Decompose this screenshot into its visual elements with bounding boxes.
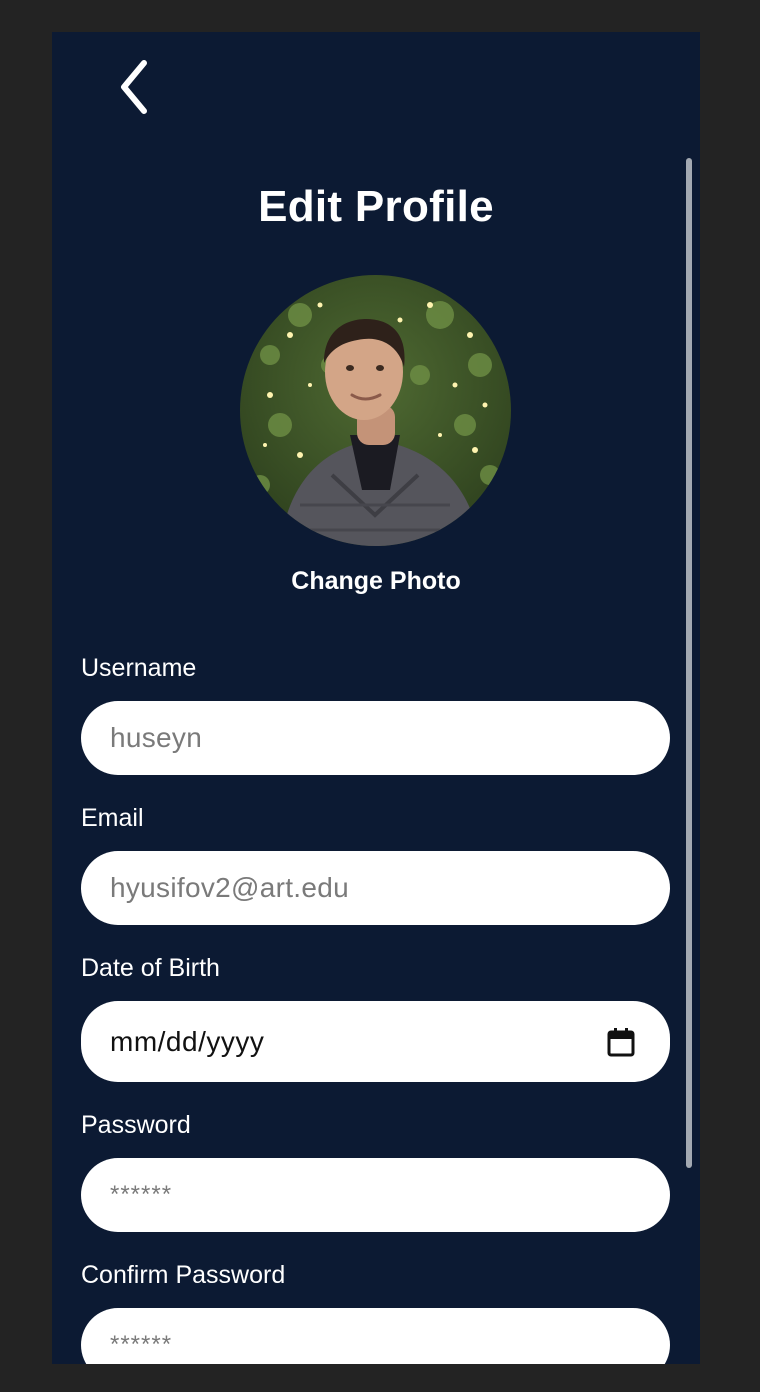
- confirm-password-input[interactable]: ******: [81, 1308, 670, 1364]
- date-of-birth-input[interactable]: mm/dd/yyyy: [81, 1001, 670, 1082]
- dob-value: mm/dd/yyyy: [110, 1025, 265, 1057]
- dob-label: Date of Birth: [81, 954, 220, 982]
- username-label: Username: [81, 654, 197, 682]
- password-label: Password: [81, 1111, 191, 1139]
- confirm-password-placeholder: ******: [110, 1331, 173, 1358]
- username-input[interactable]: huseyn: [81, 701, 670, 775]
- scrollbar[interactable]: [686, 158, 692, 1168]
- chevron-left-icon: [121, 60, 147, 114]
- password-placeholder: ******: [110, 1181, 173, 1208]
- email-field[interactable]: hyusifov2@art.edu: [81, 851, 670, 925]
- avatar[interactable]: [240, 275, 511, 546]
- change-photo-button[interactable]: Change Photo: [52, 567, 700, 596]
- email-label: Email: [81, 804, 144, 832]
- calendar-icon[interactable]: [606, 1027, 636, 1057]
- confirm-password-label: Confirm Password: [81, 1261, 286, 1289]
- email-placeholder: hyusifov2@art.edu: [110, 872, 349, 903]
- username-placeholder: huseyn: [110, 722, 203, 753]
- edit-profile-screen: Edit Profile Change Photo Username husey…: [52, 32, 700, 1364]
- profile-photo: [240, 275, 511, 546]
- page-title: Edit Profile: [258, 182, 494, 231]
- back-button[interactable]: [114, 54, 158, 120]
- password-input[interactable]: ******: [81, 1158, 670, 1232]
